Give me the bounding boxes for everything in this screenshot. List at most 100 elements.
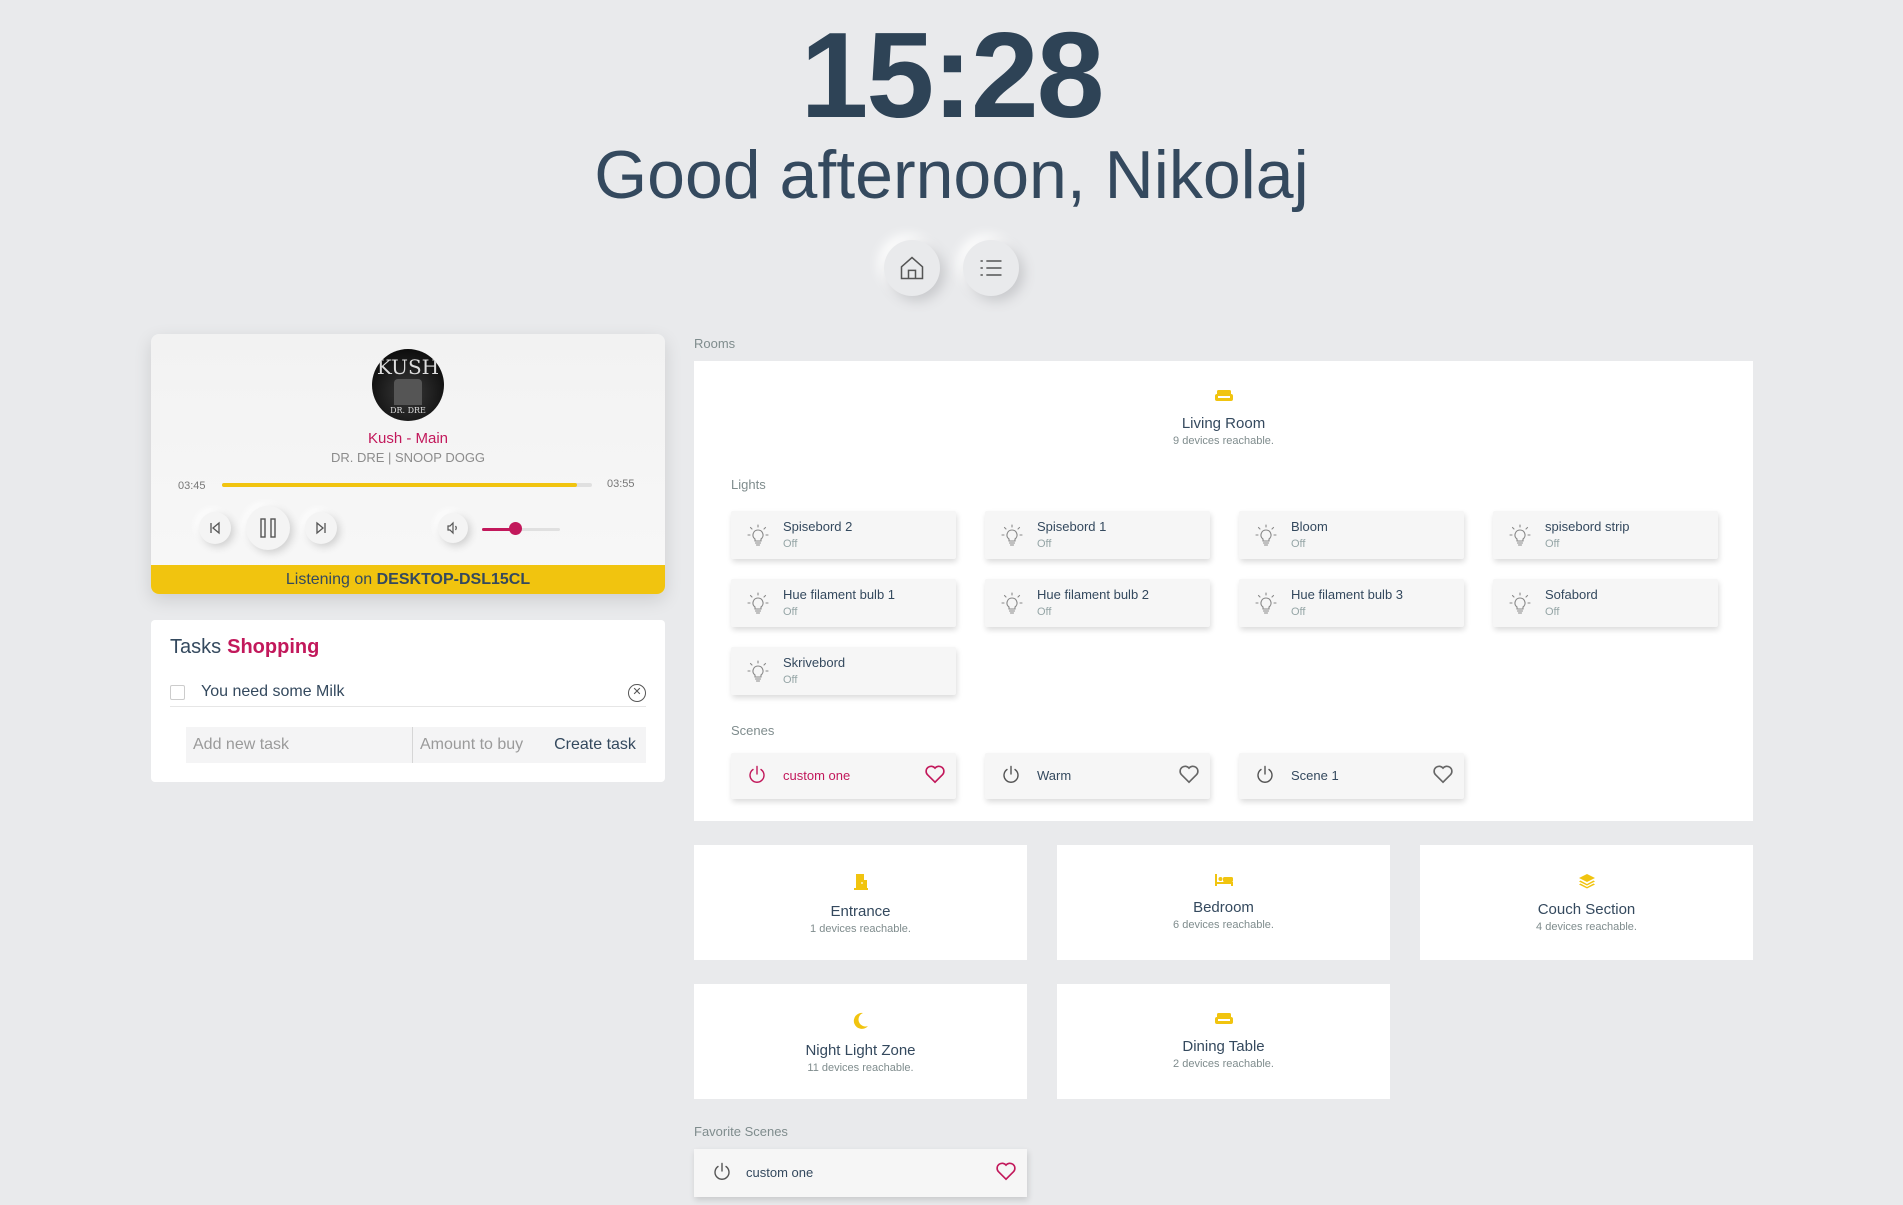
list-icon xyxy=(980,260,1002,276)
light-name: Bloom xyxy=(1291,519,1328,534)
room-card-living-room[interactable]: Living Room 9 devices reachable. Lights … xyxy=(694,361,1753,821)
light-name: Sofabord xyxy=(1545,587,1598,602)
light-tile[interactable]: Bloom Off xyxy=(1239,511,1464,559)
light-state: Off xyxy=(1037,538,1052,550)
room-card-night-light-zone[interactable]: Night Light Zone 11 devices reachable. xyxy=(694,984,1027,1099)
light-tile[interactable]: Skrivebord Off xyxy=(731,647,956,695)
room-reachable: 1 devices reachable. xyxy=(810,923,911,935)
favorite-scenes-label: Favorite Scenes xyxy=(694,1124,788,1139)
room-reachable: 9 devices reachable. xyxy=(1173,435,1274,447)
light-state: Off xyxy=(1545,606,1560,618)
greeting: Good afternoon, Nikolaj xyxy=(594,137,1309,213)
home-button[interactable] xyxy=(884,240,940,296)
light-tile[interactable]: Sofabord Off xyxy=(1493,579,1718,627)
light-name: Hue filament bulb 1 xyxy=(783,587,896,602)
skip-previous-icon xyxy=(210,521,220,535)
amount-input[interactable] xyxy=(413,727,544,763)
light-state: Off xyxy=(783,538,798,550)
list-button[interactable] xyxy=(963,240,1019,296)
mute-button[interactable] xyxy=(438,513,468,543)
skip-next-icon xyxy=(316,521,326,535)
lightbulb-icon xyxy=(1001,524,1023,546)
volume-icon xyxy=(447,521,457,535)
light-tile[interactable]: Hue filament bulb 1 Off xyxy=(731,579,956,627)
scene-name: Scene 1 xyxy=(1291,768,1339,783)
album-art-subtext: DR. DRE xyxy=(390,406,426,415)
power-icon[interactable] xyxy=(1255,765,1275,785)
heart-icon[interactable] xyxy=(1178,764,1200,784)
sofa-icon xyxy=(1214,1013,1233,1024)
room-name: Living Room xyxy=(1181,415,1266,432)
light-state: Off xyxy=(783,674,798,686)
light-tile[interactable]: Hue filament bulb 2 Off xyxy=(985,579,1210,627)
pause-button[interactable] xyxy=(246,506,290,550)
room-name: Bedroom xyxy=(1193,899,1254,916)
progress-bar[interactable] xyxy=(222,483,592,487)
lightbulb-icon xyxy=(1509,524,1531,546)
lightbulb-icon xyxy=(747,592,769,614)
light-name: Hue filament bulb 3 xyxy=(1291,587,1404,602)
album-art-figure xyxy=(394,379,422,405)
listening-bar: Listening on DESKTOP-DSL15CL xyxy=(151,565,665,594)
room-card-couch-section[interactable]: Couch Section 4 devices reachable. xyxy=(1420,845,1753,960)
pause-icon xyxy=(260,518,276,538)
light-name: Spisebord 1 xyxy=(1037,519,1107,534)
device-name: DESKTOP-DSL15CL xyxy=(376,571,531,588)
room-reachable: 4 devices reachable. xyxy=(1536,921,1637,933)
room-card-entrance[interactable]: Entrance 1 devices reachable. xyxy=(694,845,1027,960)
light-tile[interactable]: Spisebord 1 Off xyxy=(985,511,1210,559)
previous-button[interactable] xyxy=(199,512,231,544)
heart-icon[interactable] xyxy=(924,764,946,784)
door-icon xyxy=(853,874,868,890)
scene-tile[interactable]: Warm xyxy=(985,753,1210,799)
heart-icon[interactable] xyxy=(1432,764,1454,784)
room-reachable: 6 devices reachable. xyxy=(1173,919,1274,931)
new-task-input[interactable] xyxy=(186,727,412,763)
task-item: You need some Milk ✕ xyxy=(170,677,646,707)
light-tile[interactable]: Spisebord 2 Off xyxy=(731,511,956,559)
layers-icon xyxy=(1578,874,1595,889)
light-name: Spisebord 2 xyxy=(783,519,853,534)
task-text: You need some Milk xyxy=(201,683,345,700)
light-state: Off xyxy=(783,606,798,618)
heart-icon[interactable] xyxy=(995,1161,1017,1181)
sofa-icon xyxy=(1214,390,1233,401)
scene-tile[interactable]: Scene 1 xyxy=(1239,753,1464,799)
create-task-button[interactable]: Create task xyxy=(544,727,646,763)
tasks-heading: Tasks xyxy=(170,636,222,658)
light-state: Off xyxy=(1037,606,1052,618)
power-icon[interactable] xyxy=(712,1162,732,1182)
clock: 15:28 xyxy=(800,7,1104,143)
scenes-label: Scenes xyxy=(731,723,775,738)
power-icon[interactable] xyxy=(747,765,767,785)
next-button[interactable] xyxy=(305,512,337,544)
room-name: Night Light Zone xyxy=(805,1042,916,1059)
total-time: 03:55 xyxy=(607,478,635,490)
favorite-scene-tile[interactable]: custom one xyxy=(694,1149,1027,1197)
progress-fill xyxy=(222,483,578,487)
power-icon[interactable] xyxy=(1001,765,1021,785)
tasks-list-name[interactable]: Shopping xyxy=(227,636,319,658)
light-name: Skrivebord xyxy=(783,655,846,670)
volume-knob[interactable] xyxy=(508,522,522,535)
light-tile[interactable]: spisebord strip Off xyxy=(1493,511,1718,559)
remove-task-icon[interactable]: ✕ xyxy=(628,684,646,702)
current-time: 03:45 xyxy=(178,480,206,492)
tasks-title: Tasks Shopping xyxy=(170,636,319,659)
bed-icon xyxy=(1214,874,1233,886)
track-artist: DR. DRE | SNOOP DOGG xyxy=(330,450,486,465)
room-name: Couch Section xyxy=(1537,901,1636,918)
room-card-dining-table[interactable]: Dining Table 2 devices reachable. xyxy=(1057,984,1390,1099)
room-reachable: 2 devices reachable. xyxy=(1173,1058,1274,1070)
light-tile[interactable]: Hue filament bulb 3 Off xyxy=(1239,579,1464,627)
lightbulb-icon xyxy=(1509,592,1531,614)
lights-label: Lights xyxy=(731,477,766,492)
scene-tile[interactable]: custom one xyxy=(731,753,956,799)
light-state: Off xyxy=(1545,538,1560,550)
home-icon xyxy=(900,256,924,280)
light-state: Off xyxy=(1291,606,1306,618)
scene-name: custom one xyxy=(783,768,851,783)
room-card-bedroom[interactable]: Bedroom 6 devices reachable. xyxy=(1057,845,1390,960)
task-checkbox[interactable] xyxy=(170,685,185,700)
tasks-card: TasksShopping You need some Milk ✕ Creat… xyxy=(151,620,665,782)
